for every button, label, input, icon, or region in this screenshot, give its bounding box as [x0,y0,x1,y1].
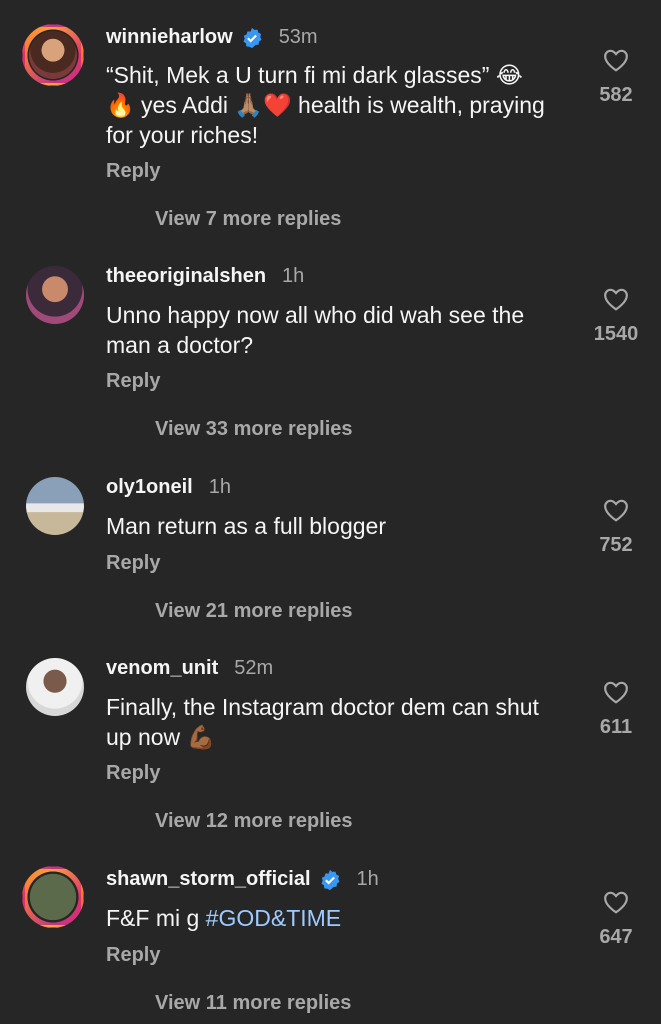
view-more-replies-button[interactable]: View 12 more replies [155,810,353,833]
reply-button[interactable]: Reply [106,944,160,967]
username[interactable]: theeoriginalshen [106,265,266,288]
avatar[interactable] [22,866,84,928]
like-button[interactable]: 1540 [586,287,646,346]
like-button[interactable]: 611 [591,680,641,739]
username[interactable]: shawn_storm_official [106,868,311,891]
view-more-replies-button[interactable]: View 11 more replies [155,992,351,1015]
reply-button[interactable]: Reply [106,762,160,785]
timestamp: 1h [208,476,231,498]
view-more-replies-button[interactable]: View 7 more replies [155,208,341,231]
comment-text: F&F mi g #GOD&TIME [106,905,342,931]
like-count: 611 [599,716,633,738]
like-count: 582 [599,84,633,106]
like-count: 1540 [593,323,639,345]
comment-text: “Shit, Mek a U turn fi mi dark glasses” … [106,62,545,148]
view-more-replies-button[interactable]: View 21 more replies [155,600,353,623]
verified-badge-icon [320,869,339,890]
avatar[interactable] [22,24,84,86]
comment-text: Unno happy now all who did wah see the m… [106,302,525,358]
avatar[interactable] [26,266,84,324]
heart-outline-icon [604,681,628,704]
heart-outline-icon [604,288,628,311]
timestamp: 1h [282,265,305,287]
like-count: 647 [599,926,633,948]
heart-outline-icon [604,49,628,72]
username[interactable]: winnieharlow [106,26,233,49]
timestamp: 1h [356,868,379,890]
timestamp: 52m [234,657,274,679]
reply-button[interactable]: Reply [106,160,160,183]
reply-button[interactable]: Reply [106,370,160,393]
like-count: 752 [599,534,633,556]
view-more-replies-button[interactable]: View 33 more replies [155,418,353,441]
heart-outline-icon [604,499,628,522]
like-button[interactable]: 752 [591,498,641,557]
heart-outline-icon [604,891,628,914]
like-button[interactable]: 647 [591,890,641,949]
comment-text: Finally, the Instagram doctor dem can sh… [106,694,539,750]
avatar[interactable] [26,658,84,716]
reply-button[interactable]: Reply [106,552,160,575]
username[interactable]: venom_unit [106,657,218,680]
hashtag-link[interactable]: #GOD&TIME [206,905,341,931]
like-button[interactable]: 582 [591,48,641,107]
username[interactable]: oly1oneil [106,476,193,499]
avatar[interactable] [26,477,84,535]
timestamp: 53m [278,26,318,48]
verified-badge-icon [243,27,262,48]
comment-text: Man return as a full blogger [106,513,386,539]
